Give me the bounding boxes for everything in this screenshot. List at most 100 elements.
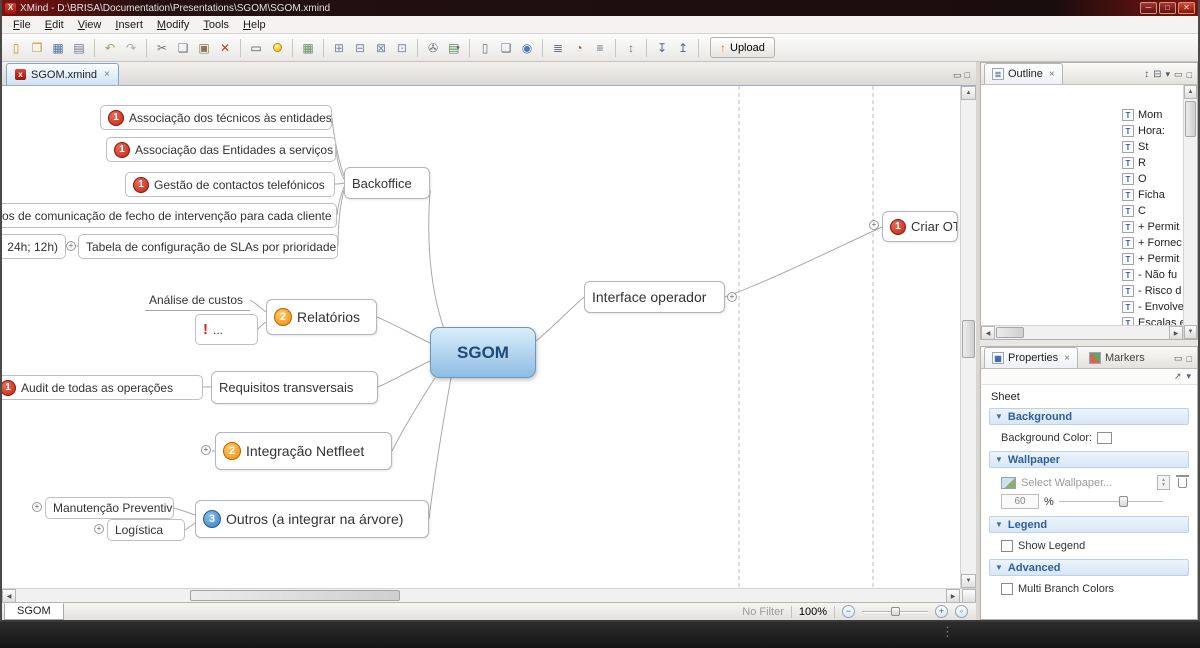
vertical-scroll-thumb[interactable] [1185, 101, 1196, 137]
outline-item[interactable]: T+ Fornec [981, 235, 1197, 251]
lightbulb-icon[interactable] [267, 38, 287, 58]
cut-icon[interactable]: ✂ [152, 38, 172, 58]
outline-item[interactable]: T- Risco d [981, 283, 1197, 299]
topic-comunicacao-fecho[interactable]: os de comunicação de fecho de intervençã… [2, 203, 337, 228]
notes-icon[interactable]: ≡ [590, 38, 610, 58]
insert-image-icon[interactable]: ▦ [298, 38, 318, 58]
outline-item[interactable]: T- Envolve [981, 299, 1197, 315]
delete-icon[interactable]: ✕ [215, 38, 235, 58]
section-background[interactable]: ▼ Background [989, 408, 1189, 425]
scroll-down-icon[interactable]: ▼ [961, 574, 976, 588]
zoom-slider-thumb[interactable] [891, 607, 900, 616]
expand-handle-icon[interactable]: + [727, 292, 737, 302]
outline-item[interactable]: TMom [981, 107, 1197, 123]
structure-map-icon[interactable]: ⊞ [329, 38, 349, 58]
topic-callout[interactable]: ! ... [195, 314, 258, 345]
minimize-editor-icon[interactable]: ▭ [953, 70, 962, 81]
wallpaper-opacity-slider[interactable] [1059, 494, 1163, 509]
task-icon[interactable]: ◔ [569, 38, 589, 58]
new-sheet-icon[interactable]: ▯ [475, 38, 495, 58]
topic-central-sgom[interactable]: SGOM [430, 327, 536, 378]
topic-netfleet[interactable]: 2 Integração Netfleet [215, 432, 392, 470]
show-legend-checkbox[interactable] [1001, 540, 1013, 552]
topic-outros[interactable]: 3 Outros (a integrar na árvore) [195, 500, 429, 538]
scroll-right-icon[interactable]: ▶ [1169, 326, 1183, 339]
topic-backoffice[interactable]: Backoffice [344, 167, 430, 199]
expand-handle-icon[interactable]: + [869, 220, 879, 230]
outline-tree[interactable]: TMom THora: TSt TR TO TFicha TC T+ Permi… [981, 85, 1197, 339]
outline-item[interactable]: TO [981, 171, 1197, 187]
topic-assoc-tecnicos[interactable]: 1 Associação dos técnicos às entidades [100, 105, 332, 130]
multi-branch-colors-checkbox[interactable] [1001, 583, 1013, 595]
drill-down-icon[interactable]: ↧ [652, 38, 672, 58]
topic-gestao-contactos[interactable]: 1 Gestão de contactos telefónicos [125, 172, 335, 197]
scroll-right-icon[interactable]: ▶ [946, 589, 960, 603]
horizontal-scroll-thumb[interactable] [190, 590, 400, 601]
maximize-view-icon[interactable]: □ [1187, 70, 1192, 80]
topic-logistica[interactable]: Logística [107, 519, 185, 541]
section-legend[interactable]: ▼ Legend [989, 516, 1189, 533]
structure-org-icon[interactable]: ⊟ [350, 38, 370, 58]
maximize-view-icon[interactable]: □ [1187, 354, 1192, 364]
expand-handle-icon[interactable]: + [66, 241, 76, 251]
topic-audit[interactable]: 1 Audit de todas as operações [2, 375, 203, 400]
minimize-view-icon[interactable]: ▭ [1174, 353, 1183, 364]
minimize-window-icon[interactable]: ─ [1140, 2, 1157, 14]
topic-tabela-sla[interactable]: Tabela de configuração de SLAs por prior… [78, 234, 338, 259]
menu-view[interactable]: View [71, 17, 109, 33]
close-properties-icon[interactable]: × [1064, 353, 1070, 364]
outline-item[interactable]: T+ Permit [981, 219, 1197, 235]
view-menu-icon[interactable]: ▾ [1166, 69, 1171, 80]
view-menu-icon[interactable]: ▾ [1186, 371, 1191, 382]
minimize-view-icon[interactable]: ▭ [1174, 69, 1183, 80]
canvas-vertical-scrollbar[interactable]: ▲ ▼ [960, 86, 976, 588]
web-icon[interactable]: ◉ [517, 38, 537, 58]
outline-item[interactable]: T+ Permit [981, 251, 1197, 267]
menu-help[interactable]: Help [236, 17, 273, 33]
properties-tab[interactable]: ▦ Properties × [984, 347, 1078, 368]
filter-status[interactable]: No Filter [742, 606, 784, 618]
outline-tab[interactable]: ≣ Outline × [984, 63, 1063, 84]
mindmap-canvas[interactable]: 1 Associação dos técnicos às entidades 1… [2, 86, 976, 588]
outline-collapse-icon[interactable]: ⊟ [1153, 69, 1161, 80]
outline-item[interactable]: TFicha [981, 187, 1197, 203]
zoom-fit-icon[interactable]: ◦ [955, 605, 968, 618]
paste-icon[interactable]: ▣ [194, 38, 214, 58]
expand-handle-icon[interactable]: + [32, 502, 42, 512]
upload-button[interactable]: ↑ Upload [710, 37, 775, 58]
restore-window-icon[interactable]: □ [1159, 2, 1176, 14]
expand-handle-icon[interactable]: + [94, 524, 104, 534]
markers-tab[interactable]: • Markers [1081, 347, 1153, 368]
canvas-horizontal-scrollbar[interactable]: ◀ ▶ [2, 588, 976, 602]
topic-assoc-entidades[interactable]: 1 Associação das Entidades a serviços [106, 137, 336, 162]
scroll-left-icon[interactable]: ◀ [2, 589, 16, 603]
sheet-tab-sgom[interactable]: SGOM [4, 603, 64, 620]
topic-manutencao[interactable]: Manutenção Preventiva [45, 497, 174, 519]
remove-wallpaper-icon[interactable] [1178, 478, 1187, 488]
outline-item[interactable]: TC [981, 203, 1197, 219]
opacity-slider-thumb[interactable] [1119, 496, 1128, 507]
zoom-slider[interactable] [862, 605, 928, 618]
editor-tab-sgom[interactable]: x SGOM.xmind × [6, 63, 119, 85]
outline-horizontal-scrollbar[interactable]: ◀ ▶ [981, 325, 1183, 339]
topic-criar-ot[interactable]: 1 Criar OT [882, 211, 958, 242]
topic-requisitos[interactable]: Requisitos transversais [211, 371, 378, 404]
menu-file[interactable]: File [6, 17, 38, 33]
menu-modify[interactable]: Modify [150, 17, 196, 33]
attachment-icon[interactable]: ✇ [423, 38, 443, 58]
close-outline-icon[interactable]: × [1049, 69, 1055, 80]
zoom-level[interactable]: 100% [799, 606, 827, 618]
select-wallpaper-button[interactable]: Select Wallpaper... [1021, 477, 1112, 489]
section-advanced[interactable]: ▼ Advanced [989, 559, 1189, 576]
menu-edit[interactable]: Edit [38, 17, 71, 33]
topic-sla-horas[interactable]: 24h; 12h) [2, 234, 66, 259]
outline-item[interactable]: TR [981, 155, 1197, 171]
copy-icon[interactable]: ❏ [173, 38, 193, 58]
outline-vertical-scrollbar[interactable]: ▲ ▼ [1183, 85, 1197, 339]
topic-analise-custos[interactable]: Análise de custos [145, 289, 250, 311]
expand-handle-icon[interactable]: + [201, 445, 211, 455]
zoom-in-icon[interactable]: + [935, 605, 948, 618]
topic-interface-operador[interactable]: Interface operador [584, 281, 725, 313]
print-icon[interactable]: ▤ [69, 38, 89, 58]
wallpaper-opacity-field[interactable]: 60 [1001, 494, 1039, 509]
